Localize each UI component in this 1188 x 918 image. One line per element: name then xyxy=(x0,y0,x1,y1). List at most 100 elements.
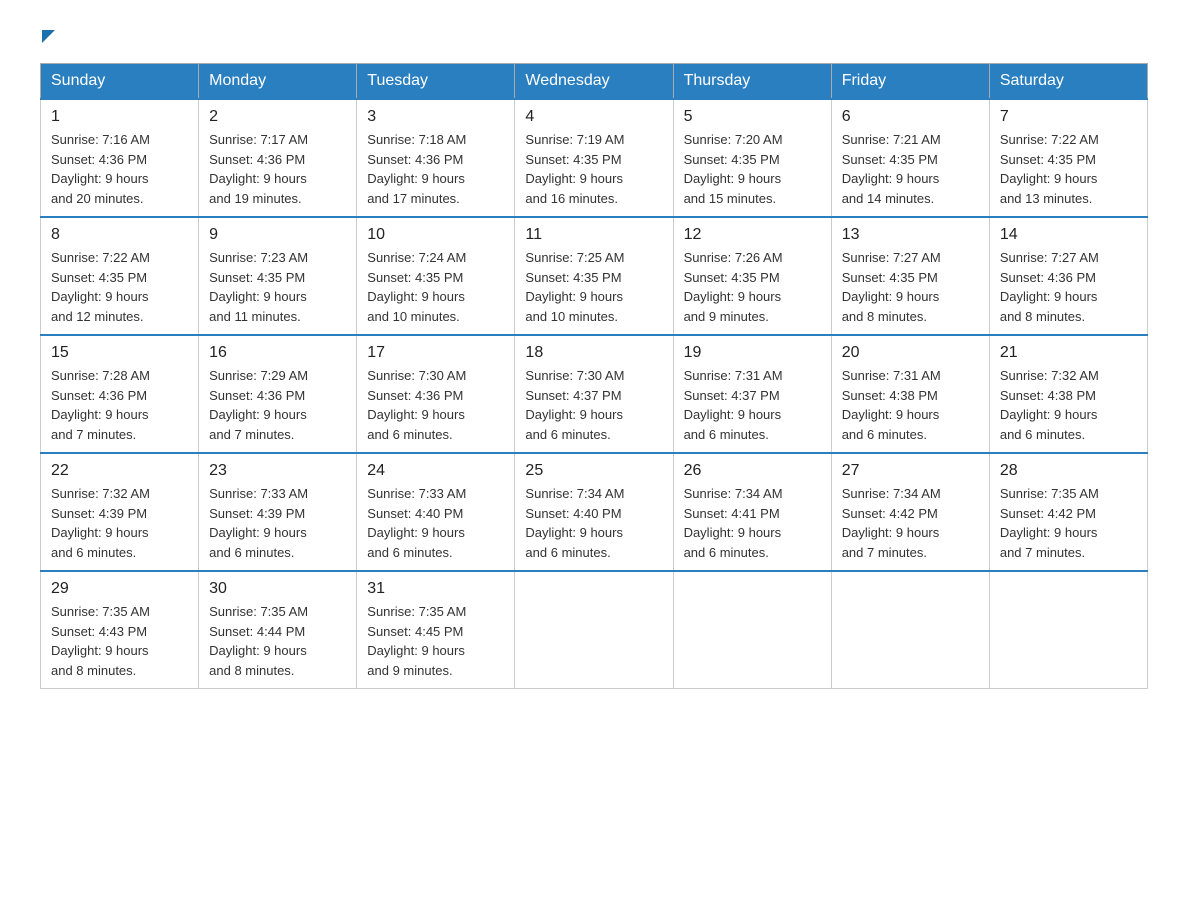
day-number: 25 xyxy=(525,462,662,480)
calendar-cell xyxy=(673,571,831,689)
calendar-cell: 28 Sunrise: 7:35 AM Sunset: 4:42 PM Dayl… xyxy=(989,453,1147,571)
day-number: 29 xyxy=(51,580,188,598)
week-row-2: 8 Sunrise: 7:22 AM Sunset: 4:35 PM Dayli… xyxy=(41,217,1148,335)
day-info: Sunrise: 7:16 AM Sunset: 4:36 PM Dayligh… xyxy=(51,130,188,208)
day-number: 6 xyxy=(842,108,979,126)
day-number: 3 xyxy=(367,108,504,126)
day-info: Sunrise: 7:31 AM Sunset: 4:37 PM Dayligh… xyxy=(684,366,821,444)
day-number: 30 xyxy=(209,580,346,598)
day-info: Sunrise: 7:19 AM Sunset: 4:35 PM Dayligh… xyxy=(525,130,662,208)
calendar-cell: 9 Sunrise: 7:23 AM Sunset: 4:35 PM Dayli… xyxy=(199,217,357,335)
day-number: 8 xyxy=(51,226,188,244)
day-number: 13 xyxy=(842,226,979,244)
day-info: Sunrise: 7:17 AM Sunset: 4:36 PM Dayligh… xyxy=(209,130,346,208)
calendar-cell: 27 Sunrise: 7:34 AM Sunset: 4:42 PM Dayl… xyxy=(831,453,989,571)
day-number: 1 xyxy=(51,108,188,126)
logo xyxy=(40,30,55,43)
calendar-cell: 1 Sunrise: 7:16 AM Sunset: 4:36 PM Dayli… xyxy=(41,99,199,217)
calendar-cell: 14 Sunrise: 7:27 AM Sunset: 4:36 PM Dayl… xyxy=(989,217,1147,335)
calendar-cell: 20 Sunrise: 7:31 AM Sunset: 4:38 PM Dayl… xyxy=(831,335,989,453)
column-header-sunday: Sunday xyxy=(41,64,199,100)
day-number: 28 xyxy=(1000,462,1137,480)
calendar-cell: 8 Sunrise: 7:22 AM Sunset: 4:35 PM Dayli… xyxy=(41,217,199,335)
day-info: Sunrise: 7:33 AM Sunset: 4:40 PM Dayligh… xyxy=(367,484,504,562)
day-number: 2 xyxy=(209,108,346,126)
day-number: 12 xyxy=(684,226,821,244)
day-info: Sunrise: 7:21 AM Sunset: 4:35 PM Dayligh… xyxy=(842,130,979,208)
calendar-cell: 7 Sunrise: 7:22 AM Sunset: 4:35 PM Dayli… xyxy=(989,99,1147,217)
day-info: Sunrise: 7:32 AM Sunset: 4:38 PM Dayligh… xyxy=(1000,366,1137,444)
day-info: Sunrise: 7:30 AM Sunset: 4:36 PM Dayligh… xyxy=(367,366,504,444)
day-info: Sunrise: 7:29 AM Sunset: 4:36 PM Dayligh… xyxy=(209,366,346,444)
day-number: 17 xyxy=(367,344,504,362)
calendar-cell: 21 Sunrise: 7:32 AM Sunset: 4:38 PM Dayl… xyxy=(989,335,1147,453)
day-number: 11 xyxy=(525,226,662,244)
week-row-3: 15 Sunrise: 7:28 AM Sunset: 4:36 PM Dayl… xyxy=(41,335,1148,453)
day-number: 14 xyxy=(1000,226,1137,244)
day-number: 20 xyxy=(842,344,979,362)
week-row-1: 1 Sunrise: 7:16 AM Sunset: 4:36 PM Dayli… xyxy=(41,99,1148,217)
column-header-friday: Friday xyxy=(831,64,989,100)
day-info: Sunrise: 7:34 AM Sunset: 4:40 PM Dayligh… xyxy=(525,484,662,562)
calendar-cell xyxy=(831,571,989,689)
calendar-cell: 25 Sunrise: 7:34 AM Sunset: 4:40 PM Dayl… xyxy=(515,453,673,571)
day-info: Sunrise: 7:22 AM Sunset: 4:35 PM Dayligh… xyxy=(1000,130,1137,208)
day-number: 19 xyxy=(684,344,821,362)
day-number: 10 xyxy=(367,226,504,244)
page-header xyxy=(40,30,1148,43)
column-header-saturday: Saturday xyxy=(989,64,1147,100)
day-info: Sunrise: 7:35 AM Sunset: 4:43 PM Dayligh… xyxy=(51,602,188,680)
day-info: Sunrise: 7:23 AM Sunset: 4:35 PM Dayligh… xyxy=(209,248,346,326)
column-header-wednesday: Wednesday xyxy=(515,64,673,100)
calendar-cell: 17 Sunrise: 7:30 AM Sunset: 4:36 PM Dayl… xyxy=(357,335,515,453)
day-number: 23 xyxy=(209,462,346,480)
calendar-cell: 30 Sunrise: 7:35 AM Sunset: 4:44 PM Dayl… xyxy=(199,571,357,689)
calendar-cell: 6 Sunrise: 7:21 AM Sunset: 4:35 PM Dayli… xyxy=(831,99,989,217)
day-number: 31 xyxy=(367,580,504,598)
calendar-cell: 4 Sunrise: 7:19 AM Sunset: 4:35 PM Dayli… xyxy=(515,99,673,217)
column-header-tuesday: Tuesday xyxy=(357,64,515,100)
day-number: 9 xyxy=(209,226,346,244)
day-info: Sunrise: 7:31 AM Sunset: 4:38 PM Dayligh… xyxy=(842,366,979,444)
day-number: 7 xyxy=(1000,108,1137,126)
calendar-cell xyxy=(515,571,673,689)
day-number: 22 xyxy=(51,462,188,480)
day-info: Sunrise: 7:24 AM Sunset: 4:35 PM Dayligh… xyxy=(367,248,504,326)
day-number: 26 xyxy=(684,462,821,480)
calendar-cell xyxy=(989,571,1147,689)
day-number: 24 xyxy=(367,462,504,480)
day-info: Sunrise: 7:33 AM Sunset: 4:39 PM Dayligh… xyxy=(209,484,346,562)
day-info: Sunrise: 7:25 AM Sunset: 4:35 PM Dayligh… xyxy=(525,248,662,326)
day-number: 5 xyxy=(684,108,821,126)
calendar-cell: 15 Sunrise: 7:28 AM Sunset: 4:36 PM Dayl… xyxy=(41,335,199,453)
calendar-cell: 5 Sunrise: 7:20 AM Sunset: 4:35 PM Dayli… xyxy=(673,99,831,217)
calendar-cell: 12 Sunrise: 7:26 AM Sunset: 4:35 PM Dayl… xyxy=(673,217,831,335)
week-row-5: 29 Sunrise: 7:35 AM Sunset: 4:43 PM Dayl… xyxy=(41,571,1148,689)
calendar-cell: 3 Sunrise: 7:18 AM Sunset: 4:36 PM Dayli… xyxy=(357,99,515,217)
calendar-cell: 2 Sunrise: 7:17 AM Sunset: 4:36 PM Dayli… xyxy=(199,99,357,217)
day-info: Sunrise: 7:18 AM Sunset: 4:36 PM Dayligh… xyxy=(367,130,504,208)
day-number: 15 xyxy=(51,344,188,362)
calendar-cell: 26 Sunrise: 7:34 AM Sunset: 4:41 PM Dayl… xyxy=(673,453,831,571)
calendar-cell: 31 Sunrise: 7:35 AM Sunset: 4:45 PM Dayl… xyxy=(357,571,515,689)
day-info: Sunrise: 7:28 AM Sunset: 4:36 PM Dayligh… xyxy=(51,366,188,444)
calendar-cell: 11 Sunrise: 7:25 AM Sunset: 4:35 PM Dayl… xyxy=(515,217,673,335)
day-info: Sunrise: 7:32 AM Sunset: 4:39 PM Dayligh… xyxy=(51,484,188,562)
week-row-4: 22 Sunrise: 7:32 AM Sunset: 4:39 PM Dayl… xyxy=(41,453,1148,571)
day-info: Sunrise: 7:35 AM Sunset: 4:45 PM Dayligh… xyxy=(367,602,504,680)
day-info: Sunrise: 7:35 AM Sunset: 4:44 PM Dayligh… xyxy=(209,602,346,680)
calendar-cell: 13 Sunrise: 7:27 AM Sunset: 4:35 PM Dayl… xyxy=(831,217,989,335)
day-number: 21 xyxy=(1000,344,1137,362)
calendar-cell: 29 Sunrise: 7:35 AM Sunset: 4:43 PM Dayl… xyxy=(41,571,199,689)
day-info: Sunrise: 7:22 AM Sunset: 4:35 PM Dayligh… xyxy=(51,248,188,326)
calendar-cell: 22 Sunrise: 7:32 AM Sunset: 4:39 PM Dayl… xyxy=(41,453,199,571)
calendar-cell: 23 Sunrise: 7:33 AM Sunset: 4:39 PM Dayl… xyxy=(199,453,357,571)
day-info: Sunrise: 7:20 AM Sunset: 4:35 PM Dayligh… xyxy=(684,130,821,208)
column-header-thursday: Thursday xyxy=(673,64,831,100)
logo-content xyxy=(40,30,55,43)
calendar-cell: 24 Sunrise: 7:33 AM Sunset: 4:40 PM Dayl… xyxy=(357,453,515,571)
day-info: Sunrise: 7:26 AM Sunset: 4:35 PM Dayligh… xyxy=(684,248,821,326)
day-info: Sunrise: 7:27 AM Sunset: 4:36 PM Dayligh… xyxy=(1000,248,1137,326)
calendar-cell: 19 Sunrise: 7:31 AM Sunset: 4:37 PM Dayl… xyxy=(673,335,831,453)
day-info: Sunrise: 7:35 AM Sunset: 4:42 PM Dayligh… xyxy=(1000,484,1137,562)
